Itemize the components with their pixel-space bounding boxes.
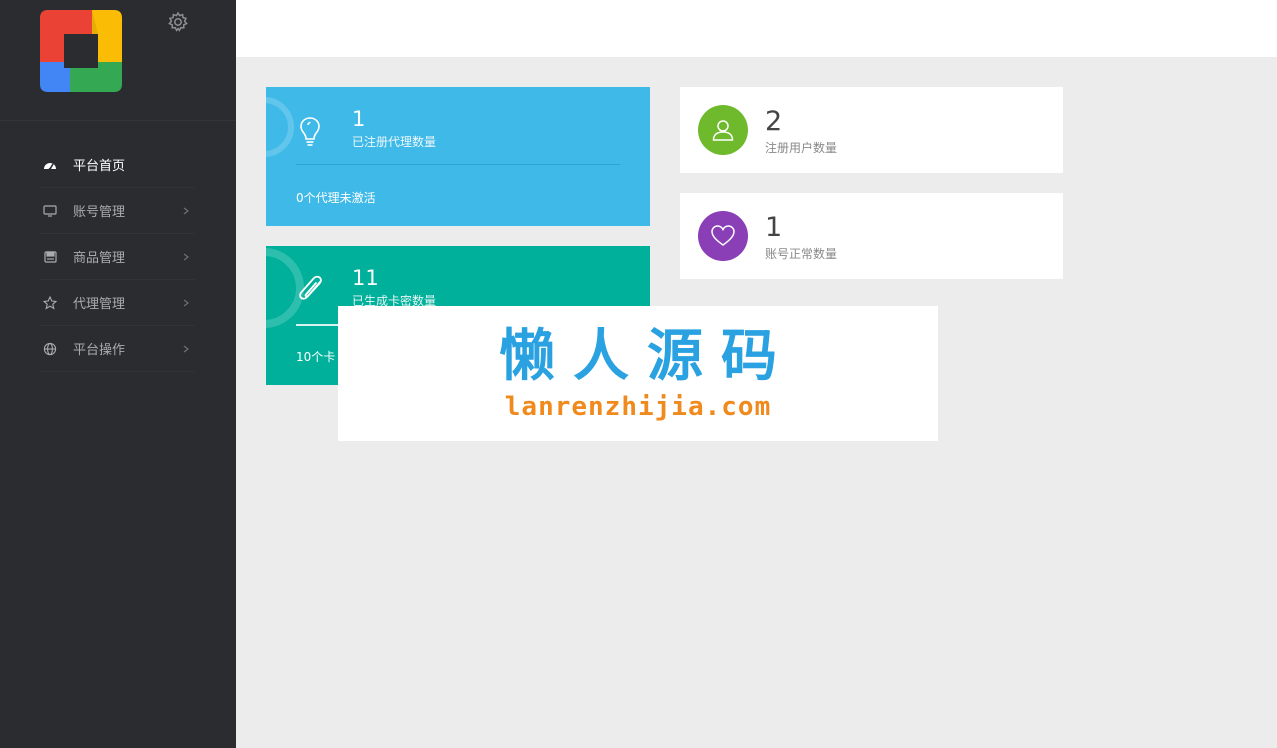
- agents-footer: 0个代理未激活: [296, 191, 376, 205]
- card-divider: [296, 164, 620, 165]
- sidebar-nav: 平台首页 账号管理 商品管理 代理管理 平台操作: [40, 142, 195, 372]
- sidebar-item-label: 代理管理: [73, 297, 126, 312]
- gear-icon[interactable]: [167, 11, 189, 33]
- cardkeys-footer: 10个卡: [296, 350, 336, 364]
- chevron-right-icon: [183, 253, 189, 260]
- top-bar: [236, 0, 1277, 57]
- heart-icon: [698, 211, 748, 261]
- users-stat-card[interactable]: 2 注册用户数量: [680, 87, 1063, 173]
- sidebar-item-label: 平台首页: [73, 159, 126, 174]
- sidebar-item-label: 账号管理: [73, 205, 126, 220]
- sidebar-item-label: 平台操作: [73, 343, 126, 358]
- globe-icon: [42, 341, 58, 357]
- accounts-stat-card[interactable]: 1 账号正常数量: [680, 193, 1063, 279]
- sidebar: 平台首页 账号管理 商品管理 代理管理 平台操作: [0, 0, 236, 748]
- agents-label: 已注册代理数量: [352, 135, 437, 149]
- sidebar-item-agents[interactable]: 代理管理: [40, 280, 195, 326]
- watermark: 懒人源码 lanrenzhijia.com: [338, 306, 938, 441]
- sidebar-divider: [0, 120, 236, 121]
- star-icon: [42, 295, 58, 311]
- agents-count: 1: [352, 107, 366, 131]
- chevron-right-icon: [183, 299, 189, 306]
- sidebar-item-label: 商品管理: [73, 251, 126, 266]
- agents-stat-card[interactable]: 1 已注册代理数量 0个代理未激活: [266, 87, 650, 226]
- paperclip-icon: [296, 274, 324, 308]
- watermark-url: lanrenzhijia.com: [504, 392, 772, 422]
- lightbulb-icon: [296, 115, 324, 149]
- accounts-label: 账号正常数量: [765, 247, 838, 261]
- logo[interactable]: [40, 10, 122, 92]
- accounts-count: 1: [765, 212, 783, 243]
- dashboard-icon: [42, 157, 58, 173]
- cardkeys-count: 11: [352, 266, 379, 290]
- decorative-ring: [266, 97, 294, 157]
- sidebar-item-home[interactable]: 平台首页: [40, 142, 195, 188]
- sidebar-item-products[interactable]: 商品管理: [40, 234, 195, 280]
- users-label: 注册用户数量: [765, 141, 838, 155]
- chevron-right-icon: [183, 207, 189, 214]
- user-icon: [698, 105, 748, 155]
- users-count: 2: [765, 106, 783, 137]
- watermark-title: 懒人源码: [499, 323, 795, 389]
- sidebar-item-accounts[interactable]: 账号管理: [40, 188, 195, 234]
- disk-icon: [42, 249, 58, 265]
- chevron-right-icon: [183, 345, 189, 352]
- monitor-icon: [42, 203, 58, 219]
- sidebar-item-platform-ops[interactable]: 平台操作: [40, 326, 195, 372]
